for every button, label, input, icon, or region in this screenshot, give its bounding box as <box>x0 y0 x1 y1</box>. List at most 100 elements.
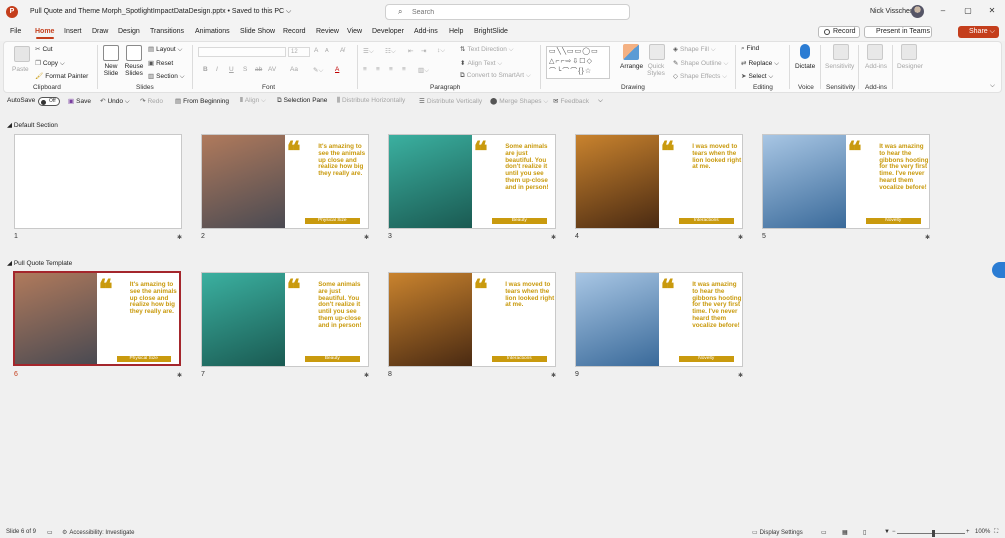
align-center-icon[interactable]: ≡ <box>376 66 380 73</box>
slide-thumbnail[interactable]: ❝ Some animals are just beautiful. You d… <box>201 272 369 367</box>
dictate-button[interactable]: Dictate <box>795 63 815 70</box>
format-painter-button[interactable]: 🖌 Format Painter <box>35 72 88 80</box>
replace-button[interactable]: ⇄ Replace ⌵ <box>741 59 779 68</box>
text-shadow-button[interactable]: S <box>243 66 247 73</box>
avatar[interactable] <box>911 5 924 18</box>
align-right-icon[interactable]: ≡ <box>389 66 393 73</box>
tab-review[interactable]: Review <box>316 28 339 35</box>
select-button[interactable]: ➤ Select ⌵ <box>741 72 773 81</box>
find-button[interactable]: ⌕ Find <box>741 45 759 53</box>
transition-star-icon[interactable]: ✱ <box>177 234 182 241</box>
quick-styles-icon[interactable] <box>649 44 665 60</box>
tab-developer[interactable]: Developer <box>372 28 404 35</box>
tab-record[interactable]: Record <box>283 28 306 35</box>
section-button[interactable]: ▥ Section ⌵ <box>148 72 185 81</box>
new-slide-button[interactable]: New Slide <box>99 63 123 77</box>
character-spacing-button[interactable]: AV <box>268 66 276 73</box>
undo-button[interactable]: ↶ Undo ⌵ <box>100 97 130 106</box>
search-input[interactable] <box>412 6 612 18</box>
slide-thumbnail[interactable]: ❝ I was moved to tears when the lion loo… <box>575 134 743 229</box>
distribute-horizontally-button[interactable]: ⫼ Distribute Horizontally <box>337 97 405 105</box>
reading-view-icon[interactable]: ▯ <box>863 529 866 536</box>
italic-button[interactable]: I <box>216 66 218 73</box>
display-settings-button[interactable]: ▭ Display Settings <box>752 529 803 536</box>
tab-file[interactable]: File <box>10 28 21 35</box>
slide-thumbnail[interactable]: ❝ It was amazing to hear the gibbons hoo… <box>762 134 930 229</box>
selection-pane-button[interactable]: ⧉ Selection Pane <box>277 97 327 105</box>
slideshow-view-icon[interactable]: ▼ <box>884 529 890 535</box>
transition-star-icon[interactable]: ✱ <box>925 234 930 241</box>
cut-button[interactable]: ✂ Cut <box>35 45 53 53</box>
search-box[interactable]: ⌕ <box>385 4 630 20</box>
from-beginning-button[interactable]: ▤ From Beginning <box>175 97 229 105</box>
reuse-slides-icon[interactable] <box>126 45 142 61</box>
bullets-icon[interactable]: ☰⌵ <box>363 47 374 56</box>
zoom-out-button[interactable]: − <box>892 529 896 535</box>
new-slide-icon[interactable] <box>103 45 119 61</box>
tab-view[interactable]: View <box>347 28 362 35</box>
font-name-combo[interactable] <box>198 47 286 57</box>
record-button[interactable]: Record <box>818 26 860 38</box>
normal-view-icon[interactable]: ▭ <box>821 529 827 536</box>
close-button[interactable]: ✕ <box>982 4 1002 18</box>
decrease-indent-icon[interactable]: ⇤ <box>408 47 413 55</box>
zoom-level[interactable]: 100% <box>975 529 990 535</box>
distribute-vertically-button[interactable]: ☰ Distribute Vertically <box>419 97 482 105</box>
transition-star-icon[interactable]: ✱ <box>364 372 369 379</box>
justify-icon[interactable]: ≡ <box>402 66 406 73</box>
maximize-button[interactable]: ▢ <box>958 4 978 18</box>
slide-thumbnail[interactable]: ❝ It was amazing to hear the gibbons hoo… <box>575 272 743 367</box>
tab-add-ins[interactable]: Add-ins <box>414 28 438 35</box>
redo-button[interactable]: ↷ Redo <box>140 97 163 105</box>
tab-design[interactable]: Design <box>118 28 140 35</box>
strikethrough-button[interactable]: ab <box>255 66 262 73</box>
arrange-icon[interactable] <box>623 44 639 60</box>
shape-effects-button[interactable]: ◇ Shape Effects ⌵ <box>673 72 727 81</box>
microphone-icon[interactable] <box>800 44 810 59</box>
designer-icon[interactable] <box>901 44 917 60</box>
slide-sorter-icon[interactable]: ▦ <box>842 529 848 536</box>
numbering-icon[interactable]: ☷⌵ <box>385 47 396 56</box>
present-in-teams-button[interactable]: Present in Teams <box>864 26 932 38</box>
sensitivity-icon[interactable] <box>833 44 849 60</box>
slide-thumbnail[interactable]: ❝ It's amazing to see the animals up clo… <box>201 134 369 229</box>
shapes-gallery[interactable]: ▭╲╲▭▭◯▭ △⌐⌐⇨⇩☐◇ ⌒╰⌒⌒{}☆ <box>546 46 610 79</box>
reuse-slides-button[interactable]: Reuse Slides <box>123 63 145 77</box>
tab-animations[interactable]: Animations <box>195 28 230 35</box>
shrink-font-button[interactable]: A <box>325 48 329 54</box>
save-button[interactable]: ▣ Save <box>68 97 91 105</box>
tab-help[interactable]: Help <box>449 28 463 35</box>
tab-transitions[interactable]: Transitions <box>150 28 184 35</box>
zoom-slider[interactable] <box>897 533 965 534</box>
slide-thumbnail[interactable] <box>14 134 182 229</box>
font-size-combo[interactable]: 12 <box>288 47 310 57</box>
underline-button[interactable]: U <box>229 66 234 73</box>
notes-icon[interactable]: ▭ <box>47 529 53 536</box>
bold-button[interactable]: B <box>203 66 208 73</box>
arrange-button[interactable]: Arrange <box>620 63 643 70</box>
minimize-button[interactable]: – <box>933 4 953 18</box>
zoom-in-button[interactable]: + <box>966 529 970 535</box>
change-case-button[interactable]: Aa <box>290 66 298 73</box>
reset-button[interactable]: ▣ Reset <box>148 59 173 67</box>
transition-star-icon[interactable]: ✱ <box>177 372 182 379</box>
line-spacing-icon[interactable]: ↕⌵ <box>437 47 445 55</box>
align-button[interactable]: ⫴ Align ⌵ <box>240 97 266 105</box>
user-name[interactable]: Nick Visscher <box>870 8 912 15</box>
accessibility-button[interactable]: ⚙ Accessibility: Investigate <box>62 529 134 536</box>
tab-slide-show[interactable]: Slide Show <box>240 28 275 35</box>
clear-format-icon[interactable]: A̸ <box>340 47 344 54</box>
add-ins-button[interactable]: Add-ins <box>865 63 887 70</box>
transition-star-icon[interactable]: ✱ <box>738 372 743 379</box>
add-ins-icon[interactable] <box>867 44 883 60</box>
grow-font-button[interactable]: A <box>314 47 318 54</box>
transition-star-icon[interactable]: ✱ <box>551 234 556 241</box>
highlight-icon[interactable]: ✎⌵ <box>313 66 323 75</box>
paste-icon[interactable] <box>14 46 30 62</box>
shape-fill-button[interactable]: ◈ Shape Fill ⌵ <box>673 45 716 54</box>
autosave-toggle[interactable]: Off <box>38 97 60 106</box>
feedback-button[interactable]: ✉ Feedback <box>553 97 589 105</box>
shape-outline-button[interactable]: ✎ Shape Outline ⌵ <box>673 59 728 68</box>
slide-thumbnail[interactable]: ❝ I was moved to tears when the lion loo… <box>388 272 556 367</box>
convert-smartart-button[interactable]: ⧉ Convert to SmartArt ⌵ <box>460 72 531 80</box>
